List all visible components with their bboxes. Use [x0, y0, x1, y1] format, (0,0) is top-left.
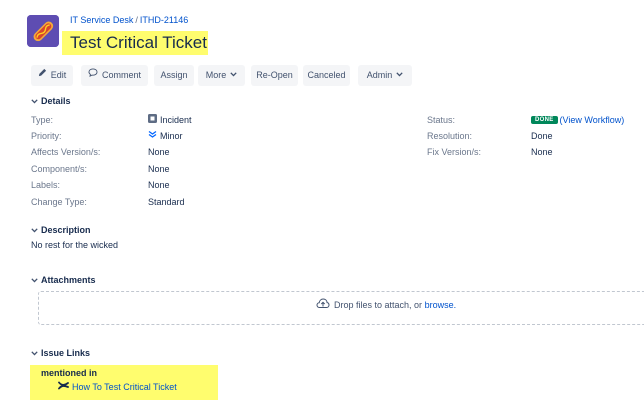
more-button[interactable]: More — [198, 65, 245, 86]
project-avatar-icon[interactable] — [27, 15, 59, 47]
breadcrumb: IT Service Desk / ITHD-21146 — [70, 15, 188, 25]
affects-version-label: Affects Version/s: — [31, 147, 101, 157]
priority-label: Priority: — [31, 131, 62, 141]
dropzone-message: Drop files to attach, or browse. — [316, 298, 457, 311]
confluence-page-icon — [58, 381, 69, 392]
status-badge: DONE — [531, 115, 558, 124]
chevron-down-icon — [31, 275, 41, 285]
labels-label: Labels: — [31, 180, 61, 190]
description-section-toggle[interactable]: Description — [31, 225, 91, 235]
comment-button-label: Comment — [101, 70, 141, 80]
priority-value-text: Minor — [160, 131, 183, 141]
canceled-button-label: Canceled — [307, 70, 346, 80]
canceled-button[interactable]: Canceled — [303, 65, 350, 86]
edit-button[interactable]: Edit — [31, 65, 73, 86]
issue-links-section-toggle[interactable]: Issue Links — [31, 348, 90, 358]
fix-version-label: Fix Version/s: — [427, 147, 482, 157]
resolution-value: Done — [531, 131, 553, 141]
admin-button[interactable]: Admin — [358, 65, 412, 86]
view-workflow-link[interactable]: (View Workflow) — [560, 115, 625, 125]
chevron-down-icon — [31, 348, 41, 358]
priority-value: Minor — [148, 131, 183, 141]
breadcrumb-project-link[interactable]: IT Service Desk — [70, 15, 133, 25]
assign-button-label: Assign — [160, 70, 188, 80]
linked-page-item[interactable]: How To Test Critical Ticket — [58, 381, 177, 392]
edit-button-label: Edit — [50, 70, 67, 80]
affects-version-value: None — [148, 147, 170, 157]
breadcrumb-separator: / — [135, 15, 138, 25]
browse-link[interactable]: browse. — [425, 300, 457, 310]
status-label: Status: — [427, 115, 456, 125]
details-heading: Details — [41, 96, 71, 106]
issue-links-heading: Issue Links — [41, 348, 91, 358]
resolution-label: Resolution: — [427, 131, 473, 141]
reopen-button[interactable]: Re-Open — [251, 65, 298, 86]
admin-button-label: Admin — [366, 70, 393, 80]
description-text[interactable]: No rest for the wicked — [31, 240, 118, 250]
comment-button[interactable]: Comment — [81, 65, 148, 86]
linked-page-title: How To Test Critical Ticket — [72, 382, 177, 392]
components-label: Component/s: — [31, 164, 88, 174]
details-section-toggle[interactable]: Details — [31, 96, 71, 106]
fix-version-value: None — [531, 147, 553, 157]
chevron-down-icon — [396, 64, 403, 85]
change-type-value: Standard — [148, 197, 185, 207]
chevron-down-icon — [31, 225, 41, 235]
assign-button[interactable]: Assign — [154, 65, 194, 86]
upload-cloud-icon — [316, 298, 330, 311]
minor-priority-icon — [148, 130, 157, 141]
incident-icon — [148, 114, 157, 125]
labels-value: None — [148, 180, 170, 190]
description-heading: Description — [41, 225, 91, 235]
attachments-section-toggle[interactable]: Attachments — [31, 275, 96, 285]
components-value: None — [148, 164, 170, 174]
pencil-icon — [38, 64, 47, 85]
type-label: Type: — [31, 115, 54, 125]
type-value-text: Incident — [160, 115, 192, 125]
more-button-label: More — [205, 70, 227, 80]
reopen-button-label: Re-Open — [256, 70, 293, 80]
dropzone-text: Drop files to attach, or — [334, 300, 423, 310]
breadcrumb-issue-key-link[interactable]: ITHD-21146 — [140, 15, 188, 25]
chevron-down-icon — [31, 96, 41, 106]
link-relation-label: mentioned in — [41, 368, 97, 378]
change-type-label: Change Type: — [31, 197, 87, 207]
issue-title[interactable]: Test Critical Ticket — [70, 33, 207, 53]
status-value: DONE (View Workflow) — [531, 115, 624, 125]
type-value: Incident — [148, 114, 192, 125]
attachments-heading: Attachments — [41, 275, 96, 285]
comment-icon — [88, 64, 98, 85]
chevron-down-icon — [230, 64, 237, 85]
